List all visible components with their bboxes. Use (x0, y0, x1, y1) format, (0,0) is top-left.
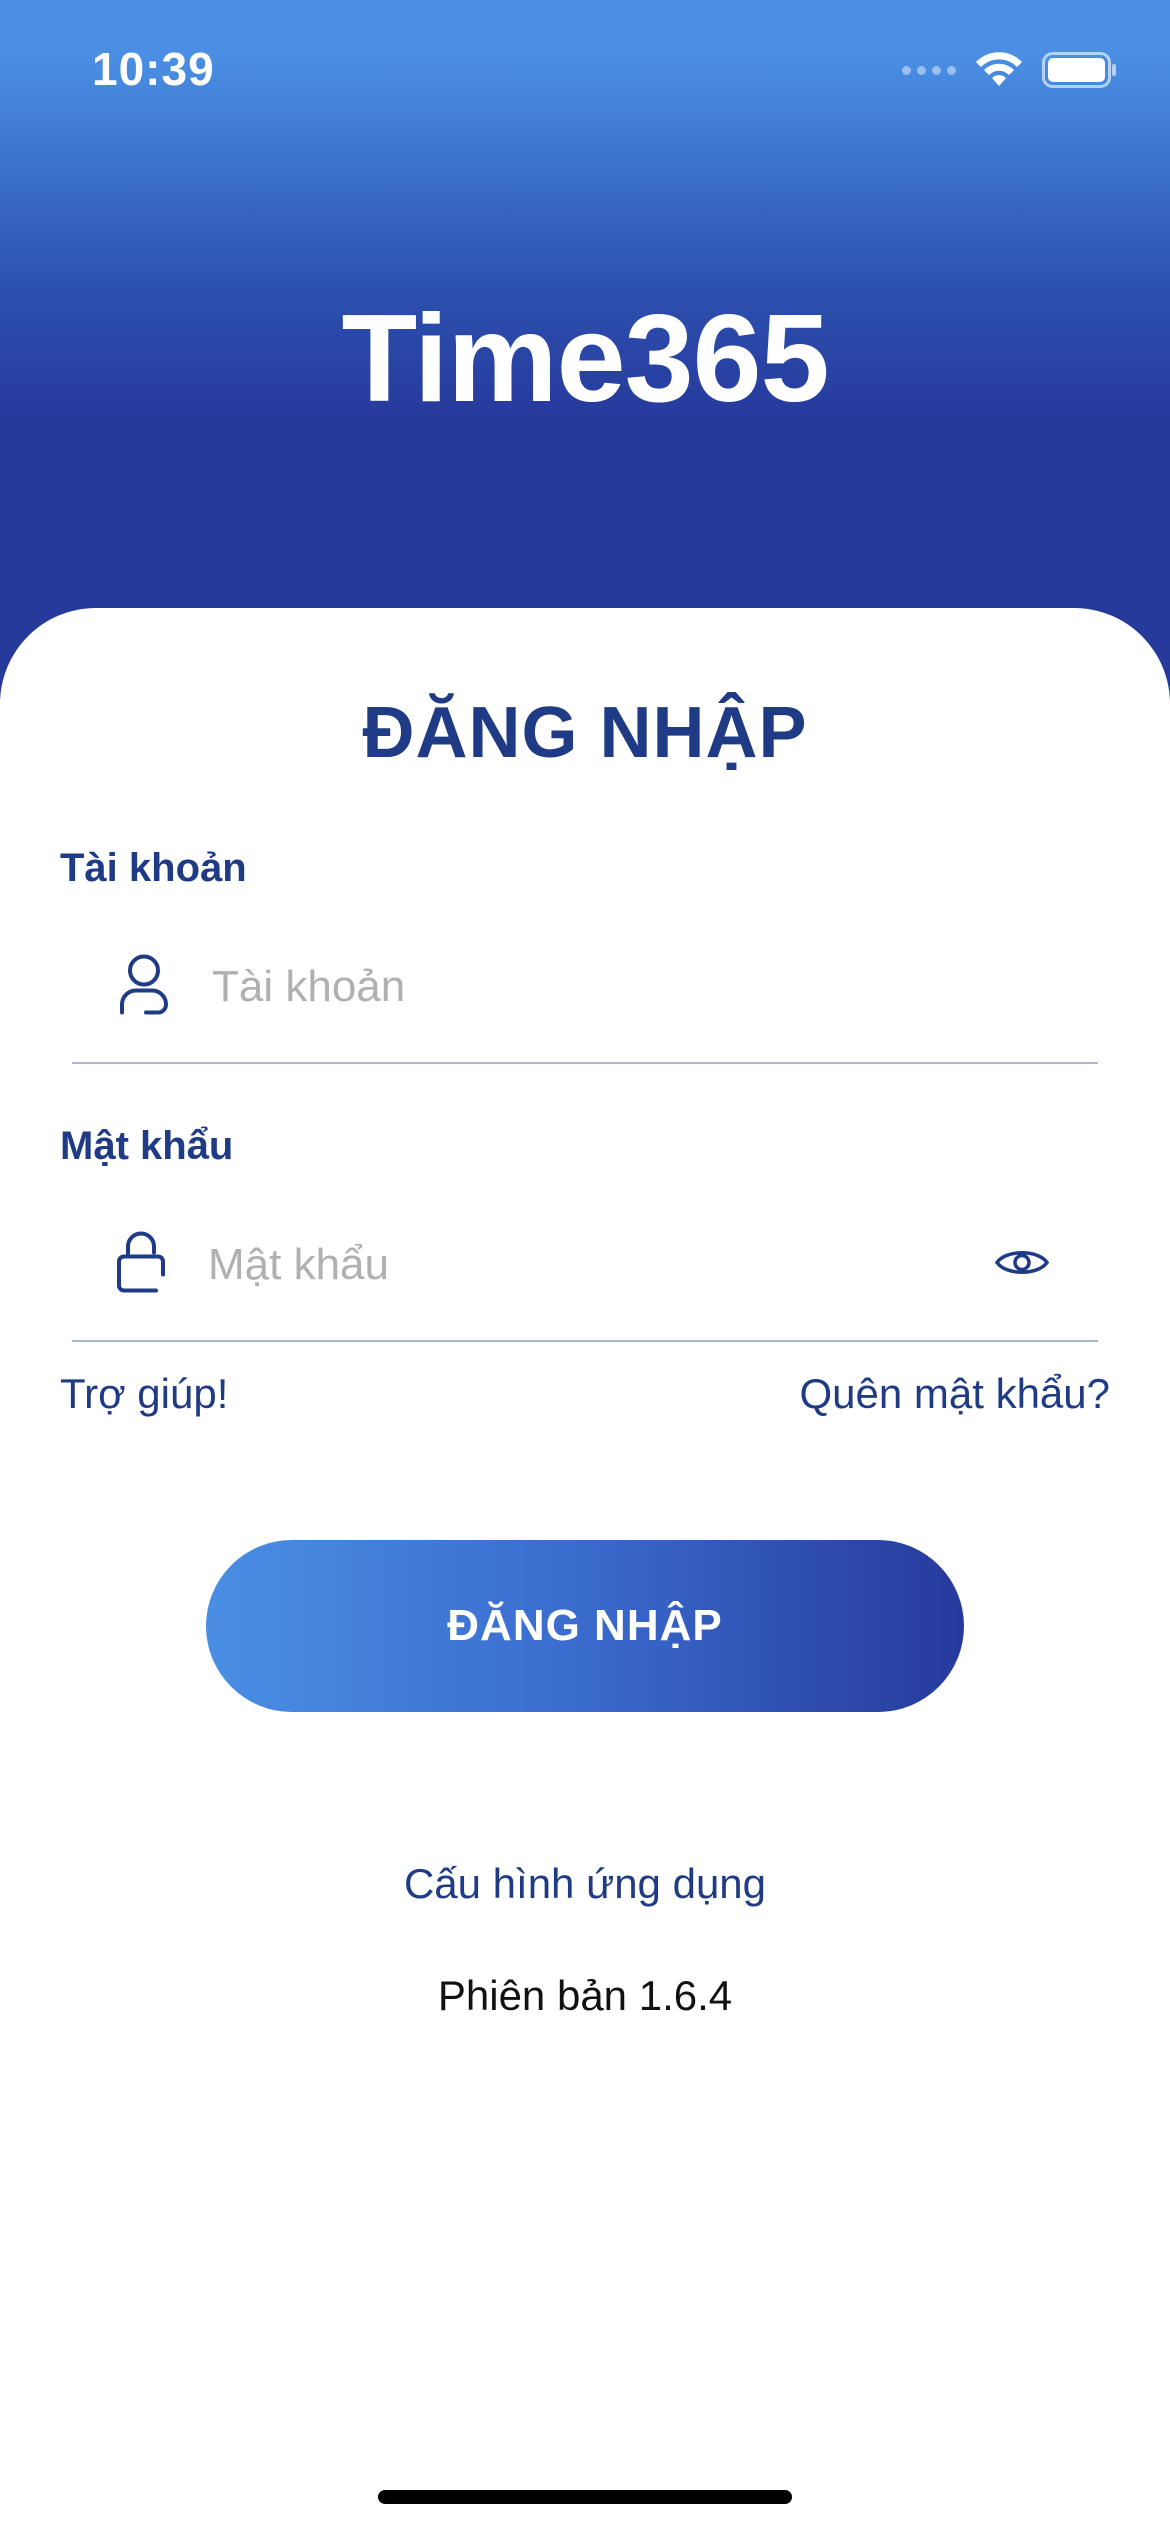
wifi-icon (976, 52, 1022, 86)
username-label: Tài khoản (60, 846, 247, 890)
app-title: Time365 (341, 290, 829, 428)
forgot-password-link[interactable]: Quên mật khẩu? (799, 1370, 1110, 1418)
status-time: 10:39 (92, 43, 215, 95)
signal-icon (902, 65, 956, 75)
password-field (72, 1190, 1098, 1342)
user-icon (116, 953, 172, 1022)
login-heading: ĐĂNG NHẬP (362, 693, 808, 773)
lock-icon (116, 1231, 166, 1300)
home-indicator[interactable] (378, 2490, 792, 2504)
link-row: Trợ giúp! Quên mật khẩu? (60, 1370, 1110, 1418)
help-link[interactable]: Trợ giúp! (60, 1370, 228, 1418)
username-input[interactable] (212, 912, 1072, 1062)
eye-icon[interactable] (994, 1245, 1050, 1286)
app-config-link[interactable]: Cấu hình ứng dụng (0, 1860, 1170, 1908)
status-icons (902, 52, 1118, 88)
battery-icon (1042, 52, 1116, 88)
version-text: Phiên bản 1.6.4 (437, 1972, 733, 2019)
status-bar: 10:39 (0, 0, 1170, 150)
password-label: Mật khẩu (60, 1124, 234, 1168)
login-button[interactable]: ĐĂNG NHẬP (206, 1540, 964, 1712)
username-field (72, 912, 1098, 1064)
password-input[interactable] (208, 1190, 968, 1340)
